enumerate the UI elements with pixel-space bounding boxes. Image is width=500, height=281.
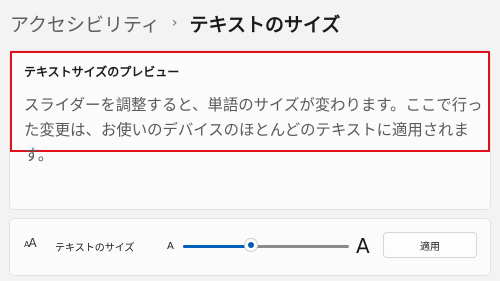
- chevron-right-icon: ›: [171, 15, 178, 31]
- text-size-icon-large-glyph: A: [28, 236, 36, 250]
- slider-min-label: A: [167, 241, 174, 252]
- text-size-slider[interactable]: [183, 238, 349, 252]
- slider-fill: [183, 245, 252, 248]
- text-size-label: テキストのサイズ: [55, 243, 135, 254]
- page-title: テキストのサイズ: [189, 13, 341, 36]
- slider-thumb[interactable]: [244, 238, 259, 252]
- text-size-icon: AA: [24, 236, 37, 250]
- breadcrumb-parent-link[interactable]: アクセシビリティ: [10, 10, 160, 37]
- slider-max-label: A: [356, 234, 370, 258]
- breadcrumb: アクセシビリティ › テキストのサイズ: [10, 6, 340, 40]
- apply-button[interactable]: 適用: [383, 232, 477, 258]
- preview-title: テキストサイズのプレビュー: [24, 65, 180, 79]
- preview-text: スライダーを調整すると、単語のサイズが変わります。ここで行った変更は、お使いのデ…: [24, 96, 483, 164]
